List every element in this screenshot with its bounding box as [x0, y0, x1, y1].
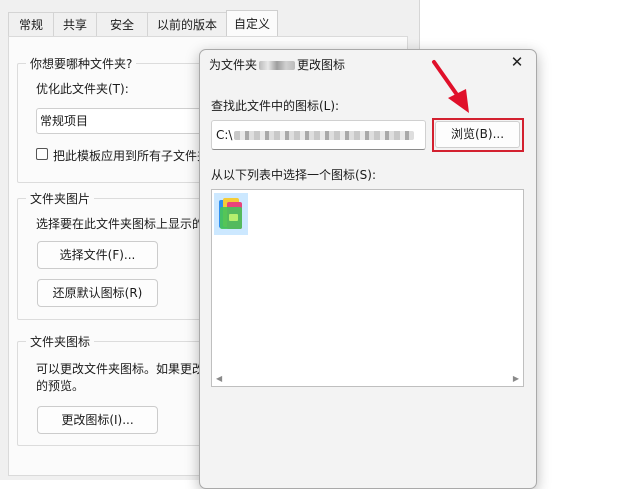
tab-security[interactable]: 安全: [96, 12, 148, 36]
folder-icons-group-title: 文件夹图标: [26, 333, 95, 350]
restore-default-button[interactable]: 还原默认图标(R): [37, 279, 158, 307]
change-icon-dialog: 为文件夹 更改图标 ✕ 查找此文件中的图标(L): C:\ 浏览(B)... 从以…: [199, 49, 537, 489]
scroll-right-icon[interactable]: ▶: [513, 373, 519, 385]
tab-previous-versions[interactable]: 以前的版本: [147, 12, 227, 36]
icon-file-path-input[interactable]: C:\: [211, 120, 426, 150]
tab-customize[interactable]: 自定义: [226, 10, 278, 37]
horizontal-scrollbar[interactable]: ◀ ▶: [213, 373, 522, 385]
redacted-path: [234, 131, 415, 140]
dialog-title-suffix: 更改图标: [297, 58, 346, 72]
dialog-title: 为文件夹 更改图标: [209, 56, 345, 73]
dialog-title-prefix: 为文件夹: [209, 58, 258, 72]
folder-icons-description-line1: 可以更改文件夹图标。如果更改: [36, 362, 205, 376]
tab-sharing[interactable]: 共享: [53, 12, 97, 36]
icon-list[interactable]: ◀ ▶: [211, 189, 524, 387]
browse-highlight-box: [432, 118, 524, 152]
icon-file-path-text: C:\: [216, 128, 233, 142]
optimize-label: 优化此文件夹(T):: [36, 82, 129, 96]
icon-list-item-selected[interactable]: [214, 193, 248, 235]
colorful-folder-icon: [219, 198, 242, 229]
close-icon[interactable]: ✕: [508, 53, 526, 71]
apply-template-checkbox[interactable]: [36, 148, 48, 160]
folder-icons-description-line2: 的预览。: [36, 379, 85, 393]
change-icon-button[interactable]: 更改图标(I)...: [37, 406, 158, 434]
scroll-left-icon[interactable]: ◀: [216, 373, 222, 385]
tab-general[interactable]: 常规: [8, 12, 54, 36]
apply-template-label[interactable]: 把此模板应用到所有子文件夹: [53, 147, 209, 164]
folder-pictures-group-title: 文件夹图片: [26, 190, 95, 207]
redacted-folder-name: [259, 61, 296, 70]
folder-pictures-description: 选择要在此文件夹图标上显示的: [36, 217, 205, 231]
icon-list-label: 从以下列表中选择一个图标(S):: [211, 168, 377, 182]
choose-file-button[interactable]: 选择文件(F)...: [37, 241, 158, 269]
optimize-group-title: 你想要哪种文件夹?: [26, 55, 137, 72]
find-icons-label: 查找此文件中的图标(L):: [211, 99, 340, 113]
